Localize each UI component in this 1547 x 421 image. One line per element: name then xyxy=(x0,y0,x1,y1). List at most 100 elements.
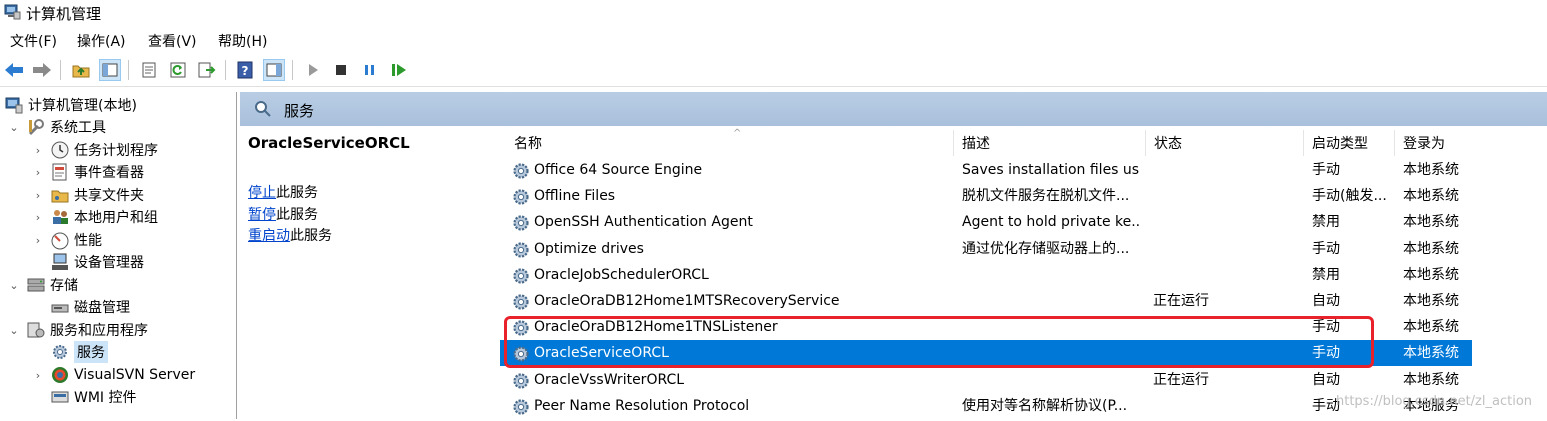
tree-item-device-manager[interactable]: 设备管理器 xyxy=(50,251,144,273)
properties-icon[interactable] xyxy=(138,59,160,81)
service-status-cell xyxy=(1153,262,1293,288)
chevron-right-icon[interactable]: › xyxy=(32,211,44,224)
service-name-cell: Optimize drives xyxy=(534,240,644,257)
services-apps-icon xyxy=(27,322,45,338)
watermark: https://blog.csdn.net/zl_action xyxy=(1336,394,1533,409)
table-row[interactable]: OracleVssWriterORCL 正在运行 自动 本地系统 xyxy=(500,367,1472,393)
pause-icon[interactable] xyxy=(359,59,381,81)
service-status-cell xyxy=(1153,183,1293,209)
service-status-cell xyxy=(1153,209,1293,235)
service-status-cell xyxy=(1153,393,1293,419)
column-header-name[interactable]: 名称 ^ xyxy=(506,128,954,156)
table-row[interactable]: OpenSSH Authentication Agent Agent to hol… xyxy=(500,209,1472,235)
column-header-description[interactable]: 描述 xyxy=(954,130,1146,156)
service-name-cell: OracleVssWriterORCL xyxy=(534,371,685,388)
service-startup-cell: 手动 xyxy=(1312,319,1340,336)
table-row[interactable]: OracleServiceORCL 手动 本地系统 xyxy=(500,340,1472,367)
chevron-down-icon[interactable]: ⌄ xyxy=(8,279,20,292)
computer-management-icon xyxy=(4,4,21,20)
chevron-right-icon[interactable]: › xyxy=(32,369,44,382)
table-row[interactable]: Optimize drives 通过优化存储驱动器上的... 手动 本地系统 xyxy=(500,236,1472,262)
chevron-right-icon[interactable]: › xyxy=(32,189,44,202)
service-name-cell: OracleJobSchedulerORCL xyxy=(534,266,709,283)
menu-view[interactable]: 查看(V) xyxy=(148,31,197,51)
service-status-cell: 正在运行 xyxy=(1153,371,1209,388)
service-status-cell xyxy=(1153,314,1293,340)
show-hide-tree-icon[interactable] xyxy=(99,59,121,81)
pause-service-link[interactable]: 暂停 xyxy=(248,207,276,223)
up-folder-icon[interactable] xyxy=(70,59,92,81)
refresh-icon[interactable] xyxy=(167,59,189,81)
table-row[interactable]: OracleOraDB12Home1MTSRecoveryService 正在运行… xyxy=(500,288,1472,314)
service-logon-cell: 本地系统 xyxy=(1403,266,1459,283)
table-row[interactable]: Offline Files 脱机文件服务在脱机文件... 手动(触发... 本地系统 xyxy=(500,183,1472,209)
help-icon[interactable]: ? xyxy=(234,59,256,81)
chevron-right-icon[interactable]: › xyxy=(32,166,44,179)
tree-item-visualsvn[interactable]: › VisualSVN Server xyxy=(32,364,195,386)
column-header-startup-type[interactable]: 启动类型 xyxy=(1304,130,1395,156)
tree-item-local-users[interactable]: › 本地用户和组 xyxy=(32,206,158,228)
column-header-logon-as[interactable]: 登录为 xyxy=(1395,130,1473,156)
gear-icon xyxy=(511,213,531,233)
service-startup-cell: 手动(触发... xyxy=(1312,188,1387,205)
stop-service-action: 停止此服务 xyxy=(248,185,318,201)
svg-text:?: ? xyxy=(242,64,249,78)
service-startup-cell: 手动 xyxy=(1312,162,1340,178)
service-status-cell: 正在运行 xyxy=(1153,293,1209,309)
column-header-status[interactable]: 状态 xyxy=(1146,130,1304,156)
forward-arrow-icon[interactable] xyxy=(31,59,53,81)
tree-item-performance[interactable]: › 性能 xyxy=(32,229,102,251)
chevron-down-icon[interactable]: ⌄ xyxy=(8,121,20,134)
tree-item-services-apps[interactable]: ⌄ 服务和应用程序 xyxy=(8,319,148,341)
service-description-cell xyxy=(962,340,1140,366)
service-logon-cell: 本地系统 xyxy=(1403,214,1459,231)
table-row[interactable]: Peer Name Resolution Protocol 使用对等名称解析协议(… xyxy=(500,393,1472,419)
restart-service-link[interactable]: 重启动 xyxy=(248,228,290,244)
chevron-right-icon[interactable]: › xyxy=(32,144,44,157)
service-name-cell: Peer Name Resolution Protocol xyxy=(534,397,750,414)
stop-service-link[interactable]: 停止 xyxy=(248,185,276,201)
tree-item-root[interactable]: 计算机管理(本地) xyxy=(4,94,137,116)
service-logon-cell: 本地系统 xyxy=(1403,162,1459,178)
menu-action[interactable]: 操作(A) xyxy=(77,31,126,51)
service-logon-cell: 本地系统 xyxy=(1403,240,1459,257)
service-name-cell: OracleOraDB12Home1TNSListener xyxy=(534,319,778,336)
tree-item-event-viewer[interactable]: › 事件查看器 xyxy=(32,161,144,183)
export-list-icon[interactable] xyxy=(196,59,218,81)
service-startup-cell: 禁用 xyxy=(1312,214,1340,231)
service-description-cell: Saves installation files us... xyxy=(962,162,1140,178)
window-title: 计算机管理 xyxy=(26,5,102,23)
table-row[interactable]: Office 64 Source Engine Saves installatio… xyxy=(500,157,1472,183)
menu-help[interactable]: 帮助(H) xyxy=(218,31,267,51)
stop-icon[interactable] xyxy=(330,59,352,81)
menu-file[interactable]: 文件(F) xyxy=(10,31,57,51)
menu-bar: 文件(F) 操作(A) 查看(V) 帮助(H) xyxy=(0,28,1547,52)
tree-item-storage[interactable]: ⌄ 存储 xyxy=(8,274,78,296)
chevron-right-icon[interactable]: › xyxy=(32,234,44,247)
wmi-icon xyxy=(51,391,69,403)
tree-item-shared-folders[interactable]: › 共享文件夹 xyxy=(32,184,144,206)
chevron-down-icon[interactable]: ⌄ xyxy=(8,324,20,337)
tree-item-system-tools[interactable]: ⌄ 系统工具 xyxy=(8,116,106,138)
back-arrow-icon[interactable] xyxy=(3,59,25,81)
service-description-cell: 使用对等名称解析协议(P... xyxy=(962,397,1128,414)
gear-icon xyxy=(511,161,531,181)
table-row[interactable]: OracleJobSchedulerORCL 禁用 本地系统 xyxy=(500,262,1472,288)
tree-item-services[interactable]: 服务 xyxy=(50,341,108,363)
search-icon xyxy=(255,101,271,117)
disk-icon xyxy=(51,304,69,313)
resume-icon[interactable] xyxy=(388,59,410,81)
tree-item-disk-management[interactable]: 磁盘管理 xyxy=(50,296,130,318)
tree-item-task-scheduler[interactable]: › 任务计划程序 xyxy=(32,139,158,161)
restart-service-action: 重启动此服务 xyxy=(248,228,332,244)
toolbar-separator xyxy=(225,60,226,80)
service-description-cell: 脱机文件服务在脱机文件... xyxy=(962,188,1130,205)
tree-item-wmi[interactable]: WMI 控件 xyxy=(50,386,137,408)
table-row[interactable]: OracleOraDB12Home1TNSListener 手动 本地系统 xyxy=(500,314,1472,340)
show-hide-action-pane-icon[interactable] xyxy=(263,59,285,81)
play-icon[interactable] xyxy=(302,59,324,81)
service-description-cell: Agent to hold private ke... xyxy=(962,214,1140,231)
service-status-cell xyxy=(1153,340,1293,366)
visualsvn-icon xyxy=(52,367,68,383)
extended-panel: OracleServiceORCL 停止此服务 暂停此服务 重启动此服务 xyxy=(240,126,496,419)
